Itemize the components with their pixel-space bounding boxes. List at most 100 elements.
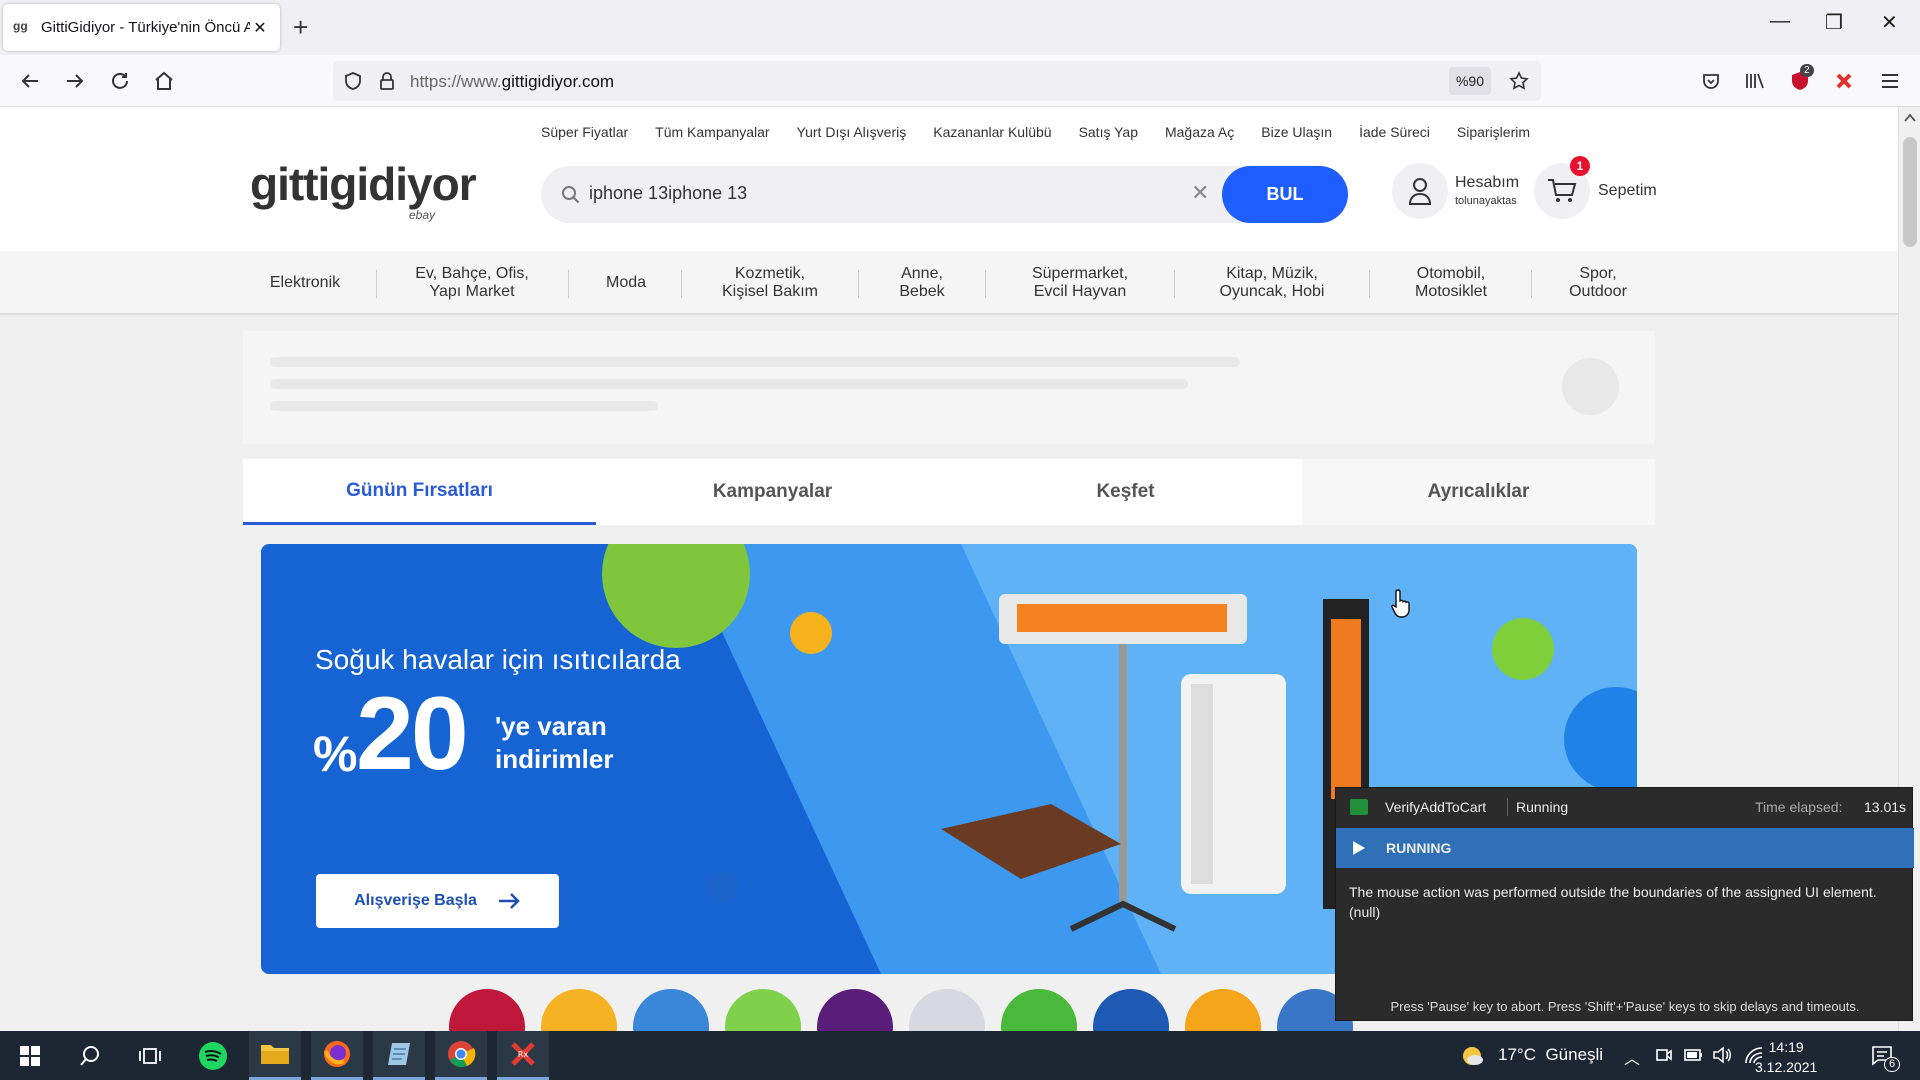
ebay-sub-logo: ebay <box>409 208 436 222</box>
runner-footer-hint: Press 'Pause' key to abort. Press 'Shift… <box>1390 999 1860 1014</box>
search-icon <box>562 186 580 204</box>
top-links: Süper Fiyatlar Tüm Kampanyalar Yurt Dışı… <box>541 124 1557 140</box>
category-spor[interactable]: Spor, Outdoor <box>1540 251 1656 315</box>
close-tab-icon[interactable]: ✕ <box>250 18 270 38</box>
firefox-icon[interactable] <box>311 1031 363 1080</box>
start-shopping-button[interactable]: Alışverişe Başla <box>316 874 559 928</box>
new-tab-button[interactable]: + <box>293 12 308 42</box>
story-circle[interactable] <box>909 989 985 1031</box>
chrome-icon[interactable] <box>435 1031 487 1080</box>
minimize-icon[interactable]: — <box>1770 10 1790 33</box>
top-link-yurt-disi[interactable]: Yurt Dışı Alışveriş <box>797 124 907 140</box>
start-shopping-label: Alışverişe Başla <box>354 892 477 909</box>
category-kitap-muzik[interactable]: Kitap, Müzik, Oyuncak, Hobi <box>1184 251 1360 315</box>
category-otomobil[interactable]: Otomobil, Motosiklet <box>1378 251 1524 315</box>
url-text: https://www.gittigidiyor.com <box>410 72 615 91</box>
weather-sun-icon[interactable] <box>1459 1043 1485 1069</box>
bookmark-star-icon[interactable] <box>1509 71 1529 91</box>
page-tabs: Günün Fırsatları Kampanyalar Keşfet Ayrı… <box>243 459 1655 525</box>
story-circle[interactable] <box>633 989 709 1031</box>
story-circle[interactable] <box>1185 989 1261 1031</box>
site-header: Süper Fiyatlar Tüm Kampanyalar Yurt Dışı… <box>0 107 1898 251</box>
search-button[interactable]: BUL <box>1222 166 1348 223</box>
tab-ayricaliklar[interactable]: Ayrıcalıklar <box>1302 459 1655 525</box>
notepad-icon[interactable] <box>373 1031 425 1080</box>
account-username: tolunayaktas <box>1455 195 1517 207</box>
extension-x-icon[interactable] <box>1830 67 1858 95</box>
site-logo[interactable]: gittigidiyor <box>250 157 477 211</box>
shield-icon[interactable] <box>343 71 363 91</box>
running-label: RUNNING <box>1386 840 1452 856</box>
file-explorer-icon[interactable] <box>249 1031 301 1080</box>
meet-now-icon[interactable] <box>1655 1046 1673 1064</box>
story-circle[interactable] <box>817 989 893 1031</box>
runner-header: VerifyAddToCart Running Time elapsed: 13… <box>1336 788 1914 826</box>
url-bar[interactable]: https://www.gittigidiyor.com %90 <box>333 61 1541 101</box>
tab-kesfet[interactable]: Keşfet <box>949 459 1302 525</box>
pocket-icon[interactable] <box>1697 67 1725 95</box>
windows-start-icon[interactable] <box>4 1031 56 1080</box>
category-supermarket[interactable]: Süpermarket, Evcil Hayvan <box>995 251 1165 315</box>
scroll-up-icon[interactable] <box>1904 113 1916 123</box>
weather-widget[interactable]: 17°C Güneşli <box>1498 1045 1603 1065</box>
cart-label[interactable]: Sepetim <box>1598 182 1657 200</box>
zoom-indicator[interactable]: %90 <box>1449 67 1491 95</box>
top-link-siparislerim[interactable]: Siparişlerim <box>1457 124 1530 140</box>
browser-tab[interactable]: gg GittiGidiyor - Türkiye'nin Öncü A ✕ <box>3 4 280 51</box>
story-circle[interactable] <box>1001 989 1077 1031</box>
clear-search-icon[interactable]: ✕ <box>1191 180 1209 206</box>
running-status-bar: RUNNING <box>1336 828 1914 868</box>
arrow-right-icon <box>498 893 520 909</box>
scrollbar-thumb[interactable] <box>1903 137 1917 247</box>
top-link-kazananlar[interactable]: Kazananlar Kulübü <box>933 124 1051 140</box>
tab-kampanyalar[interactable]: Kampanyalar <box>596 459 949 525</box>
close-window-icon[interactable]: ✕ <box>1881 10 1898 35</box>
test-state: Running <box>1516 799 1569 815</box>
home-icon[interactable] <box>150 67 178 95</box>
restore-icon[interactable]: ❐ <box>1825 10 1843 35</box>
menu-icon[interactable] <box>1876 67 1904 95</box>
notification-count-badge: 6 <box>1884 1057 1901 1072</box>
extension-badge: 2 <box>1800 64 1814 77</box>
category-ev-bahce[interactable]: Ev, Bahçe, Ofis, Yapı Market <box>384 251 560 315</box>
top-link-bize-ulasin[interactable]: Bize Ulaşın <box>1261 124 1332 140</box>
user-icon <box>1408 178 1432 205</box>
top-link-iade[interactable]: İade Süreci <box>1359 124 1430 140</box>
cart-count-badge: 1 <box>1570 156 1590 176</box>
top-link-satis-yap[interactable]: Satış Yap <box>1079 124 1138 140</box>
account-button[interactable] <box>1392 163 1448 219</box>
battery-icon[interactable] <box>1684 1047 1704 1063</box>
category-anne-bebek[interactable]: Anne, Bebek <box>866 251 978 315</box>
category-moda[interactable]: Moda <box>578 251 674 315</box>
tab-gunun-firsatlari[interactable]: Günün Fırsatları <box>243 459 596 525</box>
category-kozmetik[interactable]: Kozmetik, Kişisel Bakım <box>690 251 850 315</box>
task-view-icon[interactable] <box>124 1031 176 1080</box>
banner-discount-number: 20 <box>356 676 469 792</box>
category-nav: Elektronik Ev, Bahçe, Ofis, Yapı Market M… <box>0 251 1898 315</box>
story-circle[interactable] <box>541 989 617 1031</box>
account-title[interactable]: Hesabım <box>1455 174 1519 192</box>
back-icon[interactable] <box>16 67 44 95</box>
search-taskbar-icon[interactable] <box>64 1031 116 1080</box>
ranorex-icon[interactable]: Rx <box>497 1031 549 1080</box>
forward-icon[interactable] <box>61 67 89 95</box>
story-circle[interactable] <box>1093 989 1169 1031</box>
system-clock[interactable]: 14:19 3.12.2021 <box>1755 1037 1817 1077</box>
top-link-tum-kampanyalar[interactable]: Tüm Kampanyalar <box>655 124 769 140</box>
library-icon[interactable] <box>1741 67 1769 95</box>
tray-chevron-icon[interactable]: ︿ <box>1624 1045 1640 1069</box>
banner-line3: indirimler <box>495 744 614 774</box>
windows-taskbar: Rx 17°C Güneşli ︿ 14:19 3.12.2021 6 <box>0 1031 1920 1080</box>
banner-headline: Soğuk havalar için ısıtıcılarda <box>315 644 681 675</box>
category-elektronik[interactable]: Elektronik <box>250 251 360 315</box>
story-circle[interactable] <box>725 989 801 1031</box>
spotify-icon[interactable] <box>187 1031 239 1080</box>
story-circle[interactable] <box>449 989 525 1031</box>
reload-icon[interactable] <box>106 67 134 95</box>
search-input[interactable]: iphone 13iphone 13 <box>589 183 747 204</box>
volume-icon[interactable] <box>1712 1046 1732 1064</box>
lock-icon[interactable] <box>378 71 396 91</box>
banner-line2: 'ye varan <box>495 711 607 741</box>
top-link-super-fiyatlar[interactable]: Süper Fiyatlar <box>541 124 628 140</box>
top-link-magaza-ac[interactable]: Mağaza Aç <box>1165 124 1234 140</box>
